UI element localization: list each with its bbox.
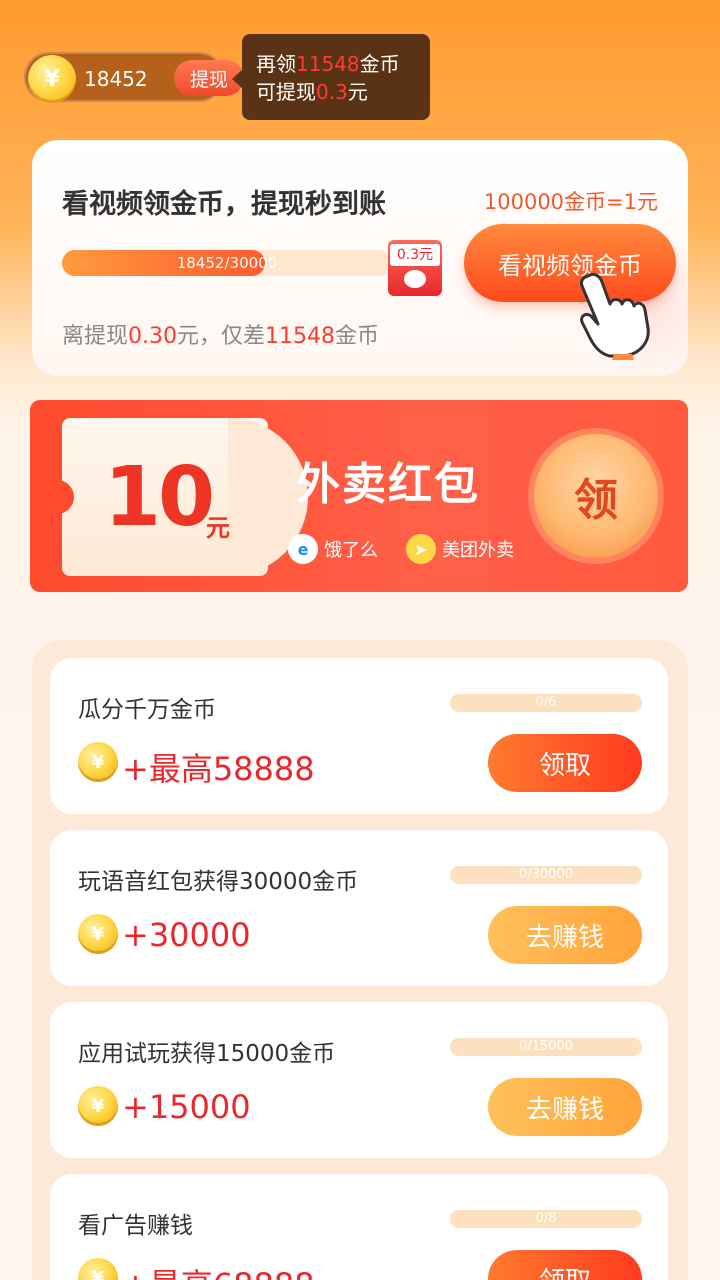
coupon-unit: 元 — [206, 514, 230, 542]
task-card: 玩语音红包获得30000金币 0/30000 ¥ +30000 去赚钱 — [50, 830, 668, 986]
task-progress: 0/15000 — [450, 1038, 642, 1056]
task-progress: 0/6 — [450, 694, 642, 712]
brand-meituan-label: 美团外卖 — [442, 540, 514, 561]
task-card: 看广告赚钱 0/8 ¥ +最高68888 领取 — [50, 1174, 668, 1280]
task-name: 应用试玩获得15000金币 — [78, 1041, 336, 1067]
withdraw-gap-text: 离提现0.30元，仅差11548金币 — [62, 324, 380, 349]
red-packet-amount: 0.3元 — [390, 244, 440, 266]
yen-coin-icon: ¥ — [78, 742, 118, 782]
coupon-amount: 10 — [104, 450, 215, 545]
task-reward: +15000 — [122, 1088, 251, 1126]
task-name: 玩语音红包获得30000金币 — [78, 869, 359, 895]
task-progress: 0/8 — [450, 1210, 642, 1228]
task-name: 瓜分千万金币 — [78, 697, 216, 723]
task-reward: +最高68888 — [122, 1260, 315, 1280]
task-reward: +30000 — [122, 916, 251, 954]
exchange-rate: 100000金币=1元 — [483, 190, 658, 214]
task-progress: 0/30000 — [450, 866, 642, 884]
brand-meituan: ➤ 美团外卖 — [406, 534, 514, 564]
withdraw-tip: 再领11548金币 可提现0.3元 — [232, 34, 430, 120]
task-claim-button[interactable]: 领取 — [488, 734, 642, 792]
brand-eleme: e 饿了么 — [288, 534, 378, 564]
yen-coin-icon: ¥ — [78, 1086, 118, 1126]
task-card: 瓜分千万金币 0/6 ¥ +最高58888 领取 — [50, 658, 668, 814]
meituan-kangaroo-icon: ➤ — [406, 534, 436, 564]
coin-balance-pill[interactable]: ¥ 18452 提现 — [24, 52, 244, 103]
task-earn-button[interactable]: 去赚钱 — [488, 906, 642, 964]
task-claim-button[interactable]: 领取 — [488, 1250, 642, 1280]
task-earn-button[interactable]: 去赚钱 — [488, 1078, 642, 1136]
red-packet-icon: 0.3元 — [388, 240, 442, 296]
wechat-icon — [404, 270, 426, 288]
coin-balance: 18452 — [84, 67, 148, 91]
yen-coin-icon: ¥ — [28, 55, 76, 103]
video-card-title: 看视频领金币，提现秒到账 — [62, 189, 386, 220]
tip-line-2: 可提现0.3元 — [256, 80, 368, 104]
task-card: 应用试玩获得15000金币 0/15000 ¥ +15000 去赚钱 — [50, 1002, 668, 1158]
brand-eleme-label: 饿了么 — [324, 540, 378, 561]
yen-coin-icon: ¥ — [78, 914, 118, 954]
task-reward: +最高58888 — [122, 750, 315, 788]
progress-text: 18452/30000 — [176, 254, 278, 272]
task-name: 看广告赚钱 — [78, 1213, 193, 1239]
yen-coin-icon: ¥ — [78, 1258, 118, 1280]
eleme-logo-icon: e — [288, 534, 318, 564]
pointing-hand-icon — [580, 272, 650, 360]
withdraw-progress-bar: 18452/30000 — [62, 250, 392, 276]
claim-button[interactable]: 领 — [534, 434, 658, 558]
banner-title: 外卖红包 — [296, 459, 480, 510]
tip-line-1: 再领11548金币 — [256, 52, 400, 76]
